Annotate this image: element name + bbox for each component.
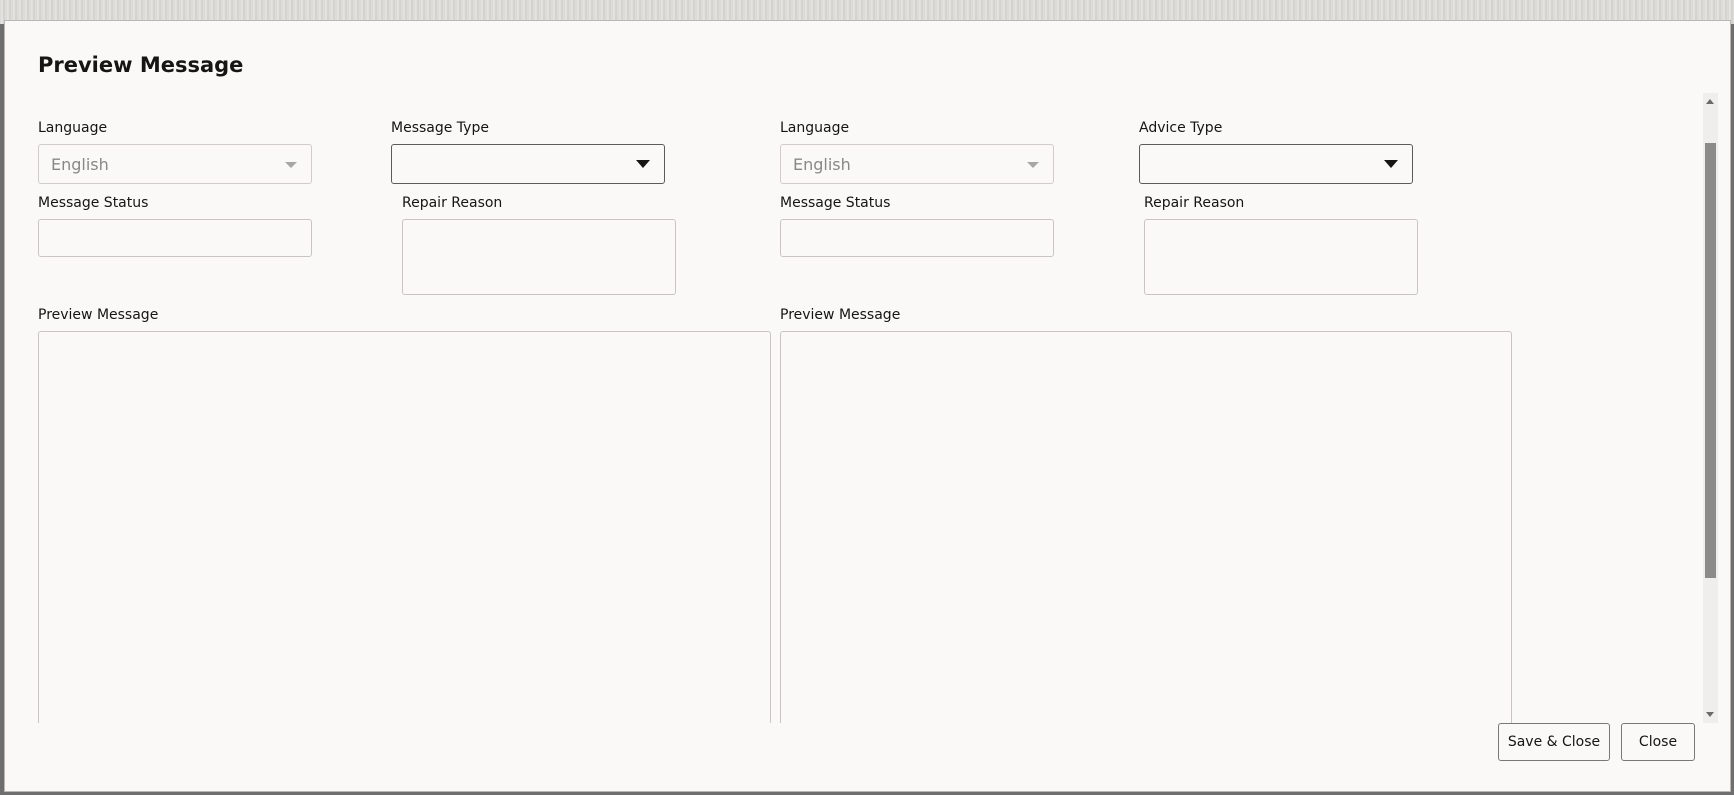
left-language-label: Language [38, 120, 108, 136]
message-type-select[interactable] [391, 144, 665, 184]
right-language-value: English [793, 155, 851, 174]
vertical-scrollbar[interactable] [1703, 93, 1718, 723]
chevron-down-icon [1384, 160, 1398, 168]
left-message-status-input[interactable] [38, 219, 312, 257]
dialog-body: Language English Message Type Message St… [5, 93, 1702, 723]
scroll-thumb[interactable] [1705, 143, 1716, 578]
scroll-down-icon[interactable] [1706, 712, 1714, 717]
close-button[interactable]: Close [1621, 723, 1695, 761]
right-message-status-input[interactable] [780, 219, 1054, 257]
right-repair-reason-textarea[interactable] [1144, 219, 1418, 295]
right-preview-label: Preview Message [780, 307, 901, 323]
right-message-status-label: Message Status [780, 195, 891, 211]
chevron-down-icon [636, 160, 650, 168]
dialog-title: Preview Message [38, 53, 244, 77]
left-preview-textarea[interactable] [38, 331, 771, 723]
left-repair-reason-textarea[interactable] [402, 219, 676, 295]
preview-message-dialog: Preview Message Language English Message… [4, 20, 1731, 792]
save-and-close-button[interactable]: Save & Close [1498, 723, 1610, 761]
left-language-select: English [38, 144, 312, 184]
scroll-up-icon[interactable] [1706, 99, 1714, 104]
right-preview-textarea[interactable] [780, 331, 1512, 723]
advice-type-select[interactable] [1139, 144, 1413, 184]
right-repair-reason-label: Repair Reason [1144, 195, 1245, 211]
chevron-down-icon [1027, 162, 1039, 168]
message-type-label: Message Type [391, 120, 489, 136]
advice-type-label: Advice Type [1139, 120, 1223, 136]
right-language-select: English [780, 144, 1054, 184]
left-repair-reason-label: Repair Reason [402, 195, 503, 211]
left-preview-label: Preview Message [38, 307, 159, 323]
chevron-down-icon [285, 162, 297, 168]
right-language-label: Language [780, 120, 850, 136]
left-language-value: English [51, 155, 109, 174]
left-message-status-label: Message Status [38, 195, 149, 211]
